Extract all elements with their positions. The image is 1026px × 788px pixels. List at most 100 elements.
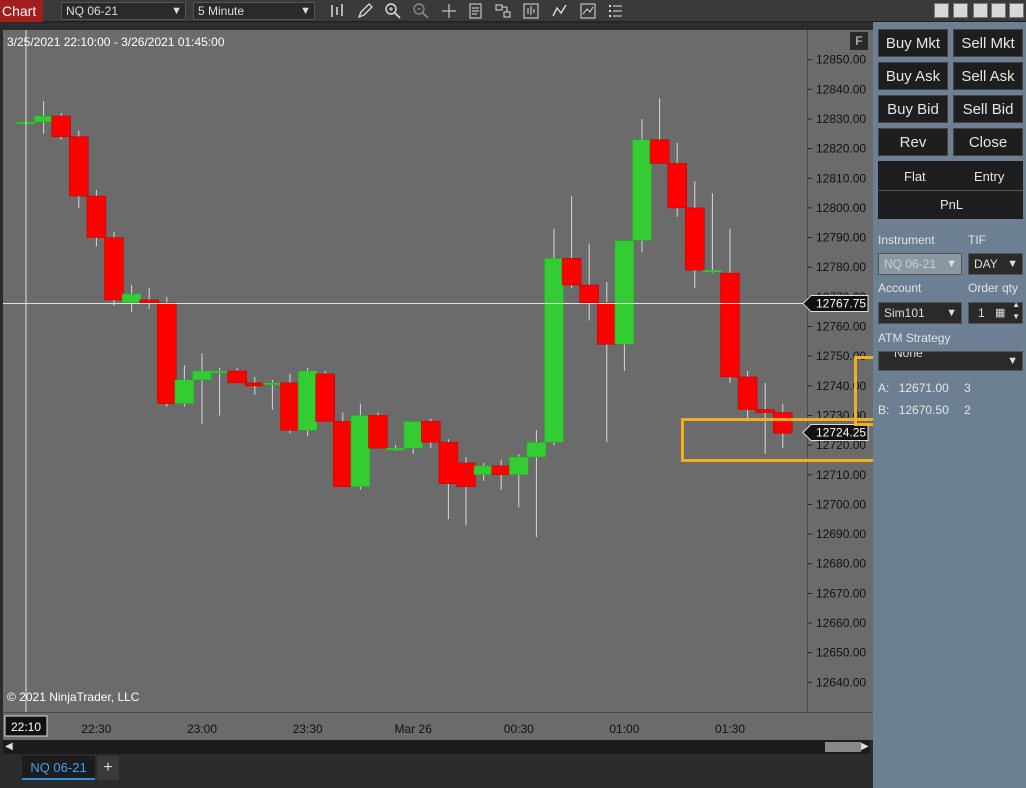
close-icon[interactable] <box>1009 3 1024 18</box>
position-display: Flat Entry PnL <box>878 161 1023 219</box>
candle-body-down <box>69 136 89 197</box>
sell-mkt-button[interactable]: Sell Mkt <box>953 29 1023 57</box>
atm-strategy-select[interactable]: None ▼ <box>878 351 1023 371</box>
buy-ask-button[interactable]: Buy Ask <box>878 62 948 90</box>
order-qty-stepper[interactable]: 1 ▦ ▲ ▼ <box>968 299 1023 324</box>
position-divider <box>878 190 1023 191</box>
candle-body-down <box>561 258 582 286</box>
y-tick-label: 12650.00 <box>816 646 866 660</box>
atm-strategy-value: None <box>894 351 923 360</box>
buy-mkt-button[interactable]: Buy Mkt <box>878 29 948 57</box>
y-tick-label: 12710.00 <box>816 468 866 482</box>
sell-ask-button[interactable]: Sell Ask <box>953 62 1023 90</box>
x-tick-label: 23:00 <box>187 722 217 736</box>
candle-body-down <box>720 272 740 378</box>
horizontal-scrollbar[interactable]: ◀ ▶ <box>3 740 870 754</box>
candle-body-up <box>33 115 54 123</box>
pnl-label: PnL <box>940 197 964 212</box>
y-tick-label: 12810.00 <box>816 171 866 185</box>
tab-nq-06-21[interactable]: NQ 06-21 <box>22 756 95 780</box>
y-tick-label: 12850.00 <box>816 53 866 67</box>
candle-body-up <box>526 441 547 458</box>
rev-button[interactable]: Rev <box>878 128 948 156</box>
y-tick-label: 12680.00 <box>816 557 866 571</box>
account-select[interactable]: Sim101 ▼ <box>878 302 962 324</box>
order-qty-label: Order qty <box>968 281 1019 295</box>
candle-body-down <box>157 302 177 404</box>
candle-body-down <box>491 465 511 476</box>
candle-body-down <box>456 462 476 487</box>
candle-body-down <box>315 373 335 422</box>
candle-body-down <box>86 195 107 238</box>
x-tick-label: 22:10 <box>11 720 41 734</box>
x-tick-label: 22:30 <box>81 722 111 736</box>
candle-body-up <box>174 379 195 404</box>
flat-label: Flat <box>904 169 926 184</box>
crosshair-price-label: 12767.75 <box>816 297 866 311</box>
candle-body-up <box>121 293 142 304</box>
candle-body-up <box>209 370 230 374</box>
candle-body-down <box>579 284 599 304</box>
candle-body-down <box>104 237 124 301</box>
candle-body-down <box>421 421 441 443</box>
close-button[interactable]: Close <box>953 128 1023 156</box>
account-select-value: Sim101 <box>884 306 925 320</box>
window-link-icon[interactable] <box>953 3 968 18</box>
candle-body-up <box>509 456 529 476</box>
sell-bid-button[interactable]: Sell Bid <box>953 95 1023 123</box>
minimize-icon[interactable] <box>973 3 988 18</box>
tif-label: TIF <box>968 233 986 247</box>
candle-body-down <box>667 163 687 209</box>
x-tick-label: 01:30 <box>715 722 745 736</box>
candle-body-up <box>403 421 423 449</box>
candle-body-up <box>385 447 406 451</box>
candlestick-chart: 12640.00 12650.00 12660.00 12670.00 12680.00… <box>3 30 869 737</box>
buy-bid-button[interactable]: Buy Bid <box>878 95 948 123</box>
y-tick-label: 12760.00 <box>816 320 866 334</box>
add-tab-button[interactable]: + <box>97 756 119 780</box>
candle-body-down <box>51 115 71 137</box>
chevron-down-icon: ▼ <box>946 307 957 319</box>
scroll-left-icon[interactable]: ◀ <box>5 741 13 752</box>
candle-body-down <box>139 299 159 304</box>
scrollbar-thumb[interactable] <box>825 742 861 752</box>
y-tick-label: 12640.00 <box>816 675 866 689</box>
account-label: Account <box>878 281 922 295</box>
y-tick-label: 12670.00 <box>816 586 866 600</box>
candle-body-up <box>192 370 212 381</box>
candle-body-down <box>280 382 300 431</box>
instrument-select: NQ 06-21 ▼ <box>878 253 962 275</box>
price-highlight-box <box>681 418 876 462</box>
entry-label: Entry <box>974 169 1005 184</box>
chart-f-badge[interactable]: F <box>850 32 868 50</box>
atm-row-b-label: B: <box>878 403 890 417</box>
y-tick-label: 12690.00 <box>816 527 866 541</box>
window-pin-icon[interactable] <box>934 3 949 18</box>
candle-body-down <box>333 421 353 487</box>
atm-row-b-qty: 2 <box>964 403 971 417</box>
chart-trader-panel: Buy Mkt Sell Mkt Buy Ask Sell Ask Buy Bi… <box>873 22 1026 788</box>
candle-body-down <box>649 139 670 164</box>
atm-row-b: B: 12670.50 2 <box>878 403 971 417</box>
candle-body-down <box>245 382 265 387</box>
y-tick-label: 12820.00 <box>816 142 866 156</box>
y-tick-label: 12840.00 <box>816 82 866 96</box>
candle-body-up <box>350 415 371 487</box>
chevron-down-icon: ▼ <box>946 258 957 270</box>
y-tick-label: 12780.00 <box>816 260 866 274</box>
stepper-arrows-icon[interactable]: ▲ ▼ <box>1012 299 1020 323</box>
x-tick-label: 01:00 <box>609 722 639 736</box>
calculator-icon[interactable]: ▦ <box>995 303 1005 323</box>
scroll-right-icon[interactable]: ▶ <box>861 741 869 752</box>
candle-body-up <box>473 465 494 476</box>
candle-body-up <box>262 382 283 386</box>
x-tick-label: 00:30 <box>504 722 534 736</box>
candle-body-down <box>368 415 388 449</box>
x-tick-label: Mar 26 <box>395 722 433 736</box>
candle-body-up <box>632 139 652 241</box>
copyright-label: © 2021 NinjaTrader, LLC <box>7 690 140 704</box>
chevron-down-icon: ▼ <box>1007 355 1018 367</box>
tif-select[interactable]: DAY ▼ <box>968 253 1023 275</box>
chart-date-range: 3/25/2021 22:10:00 - 3/26/2021 01:45:00 <box>7 35 225 49</box>
maximize-icon[interactable] <box>991 3 1006 18</box>
